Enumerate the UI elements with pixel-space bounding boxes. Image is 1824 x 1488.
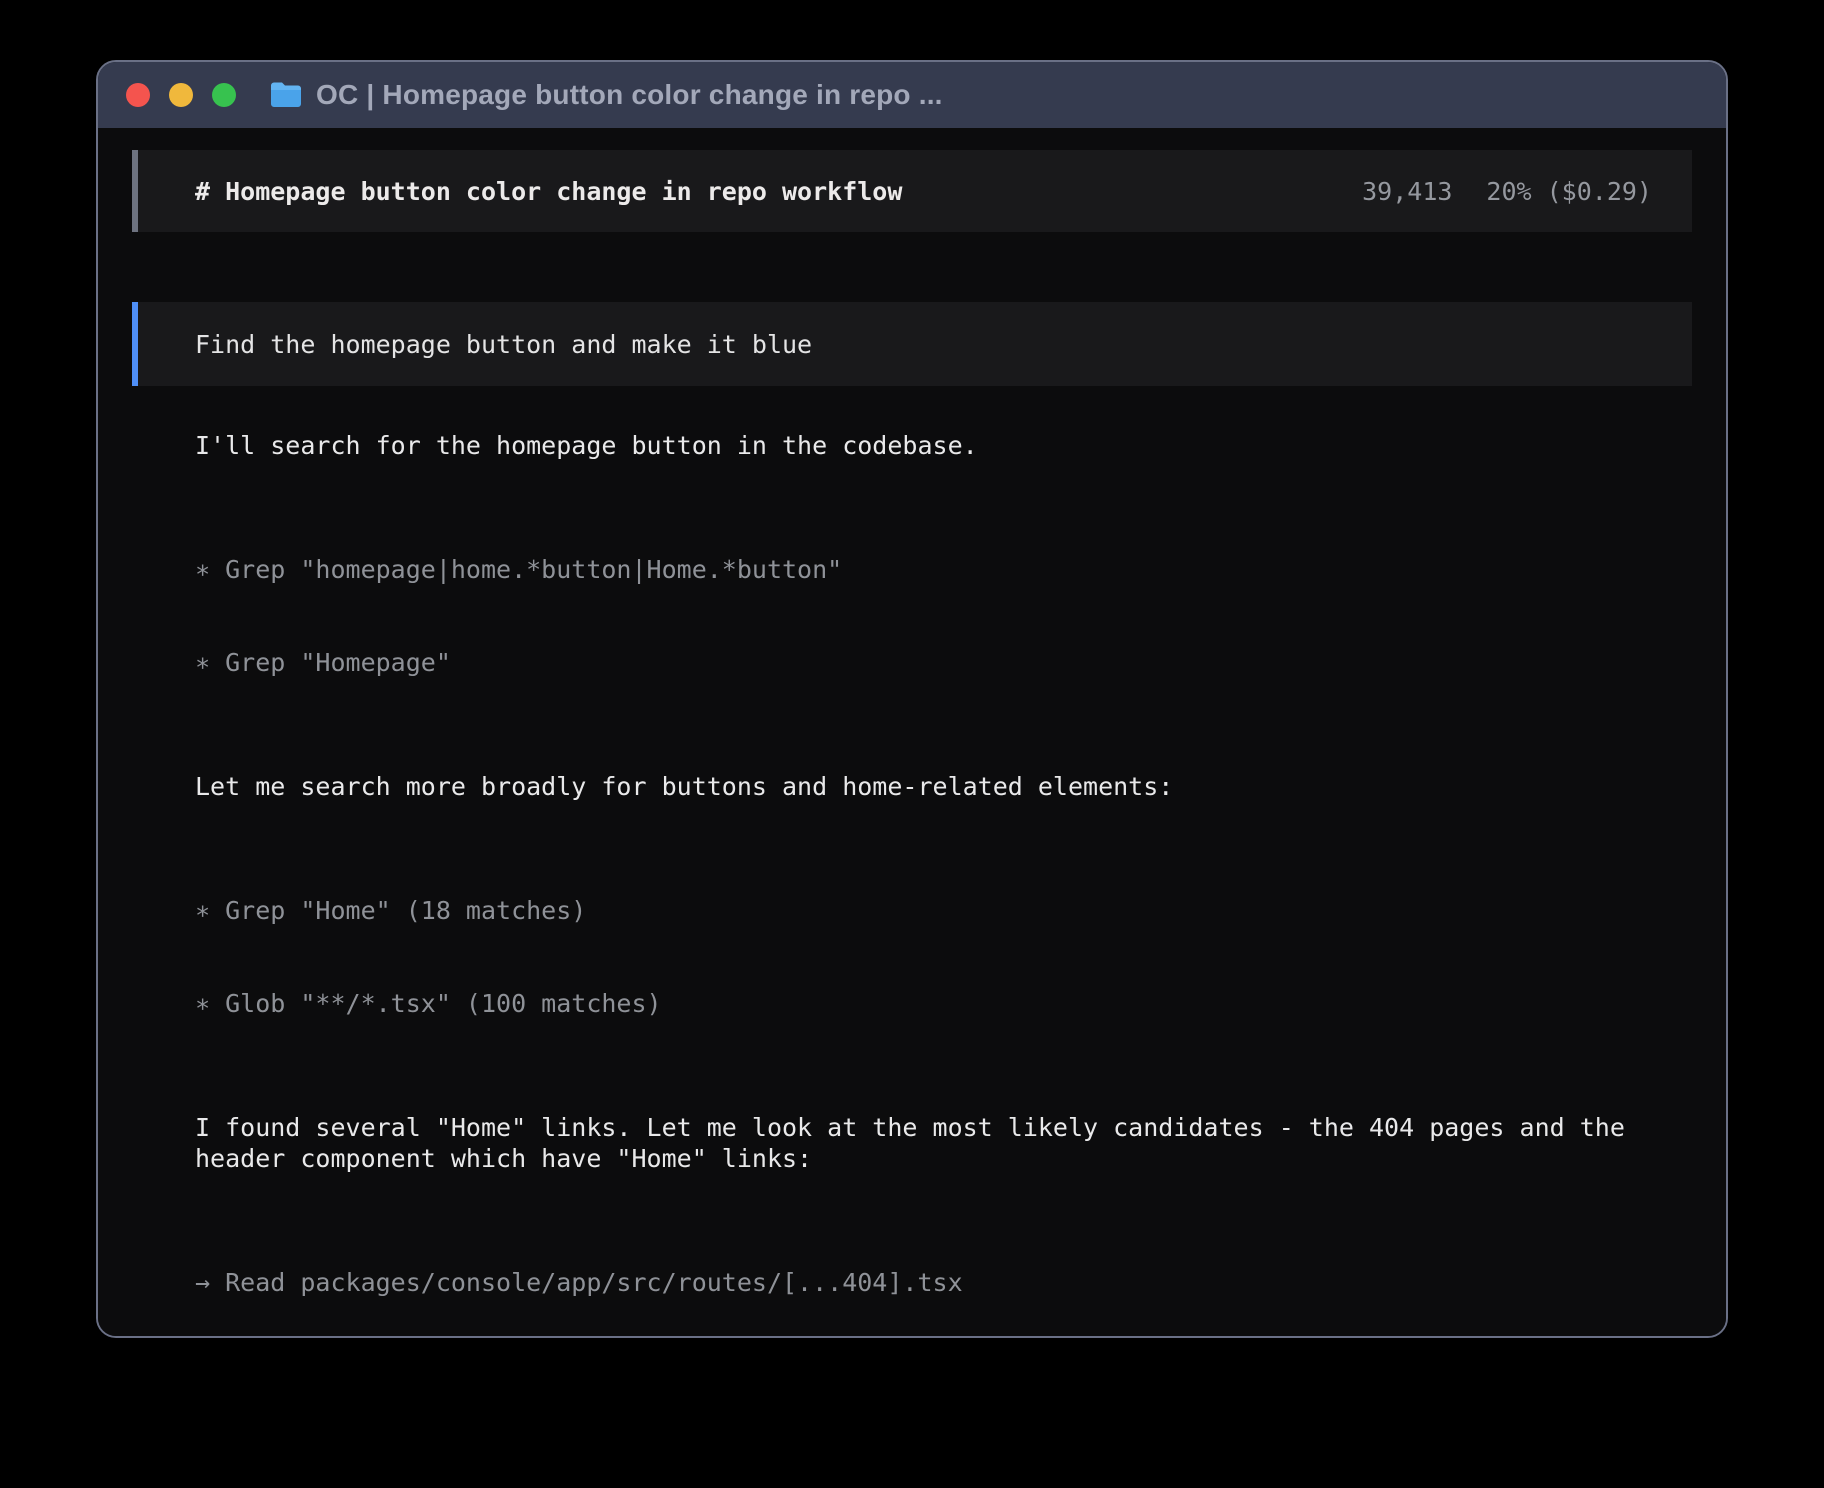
- folder-icon: [270, 82, 302, 108]
- session-header: # Homepage button color change in repo w…: [132, 150, 1692, 232]
- assistant-paragraph: I'll search for the homepage button in t…: [195, 430, 1692, 461]
- assistant-paragraph: Let me search more broadly for buttons a…: [195, 771, 1692, 802]
- context-cost: 20% ($0.29): [1486, 176, 1652, 207]
- titlebar[interactable]: OC | Homepage button color change in rep…: [98, 62, 1726, 128]
- tool-call-group: → Read packages/console/app/src/routes/[…: [195, 1205, 1692, 1338]
- terminal-content: # Homepage button color change in repo w…: [98, 128, 1726, 1338]
- assistant-paragraph: I found several "Home" links. Let me loo…: [195, 1112, 1692, 1174]
- tool-call-read: → Read packages/console/app/src/routes/[…: [195, 1267, 1692, 1298]
- tool-call-glob: ∗ Glob "**/*.tsx" (100 matches): [195, 988, 1692, 1019]
- tool-call-group: ∗ Grep "homepage|home.*button|Home.*butt…: [195, 492, 1692, 740]
- minimize-button[interactable]: [169, 83, 193, 107]
- zoom-button[interactable]: [212, 83, 236, 107]
- token-count: 39,413: [1362, 176, 1452, 207]
- user-message: Find the homepage button and make it blu…: [132, 302, 1692, 386]
- tool-call-group: ∗ Grep "Home" (18 matches) ∗ Glob "**/*.…: [195, 833, 1692, 1081]
- traffic-lights: [126, 83, 236, 107]
- window-title: OC | Homepage button color change in rep…: [316, 79, 943, 111]
- user-message-text: Find the homepage button and make it blu…: [195, 329, 812, 360]
- terminal-window: OC | Homepage button color change in rep…: [96, 60, 1728, 1338]
- tool-call-grep: ∗ Grep "Homepage": [195, 647, 1692, 678]
- session-title: # Homepage button color change in repo w…: [195, 176, 902, 207]
- close-button[interactable]: [126, 83, 150, 107]
- tool-call-grep: ∗ Grep "homepage|home.*button|Home.*butt…: [195, 554, 1692, 585]
- assistant-response: I'll search for the homepage button in t…: [132, 430, 1692, 1338]
- session-stats: 39,413 20% ($0.29): [1362, 176, 1652, 207]
- tool-call-grep: ∗ Grep "Home" (18 matches): [195, 895, 1692, 926]
